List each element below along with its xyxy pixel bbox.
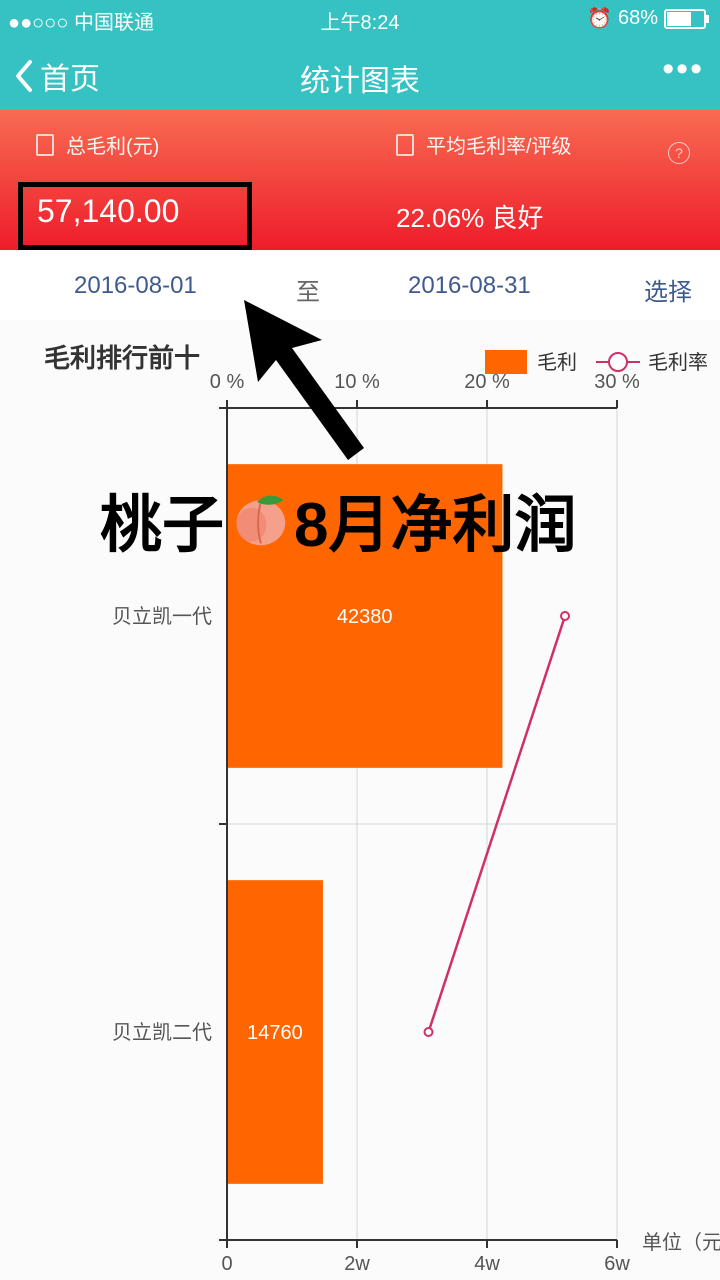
total-profit-label: 总毛利(元) bbox=[66, 136, 160, 158]
start-date[interactable]: 2016-08-01 bbox=[74, 272, 197, 300]
overlay-text-left: 桃子 bbox=[100, 491, 225, 560]
status-bar: ●●○○○ 中国联通 上午8:24 ⏰ 68% bbox=[0, 0, 720, 40]
total-profit-value: 57,140.00 bbox=[37, 193, 180, 229]
nav-bar: 首页 统计图表 ••• bbox=[0, 40, 720, 110]
category-label: 贝立凯一代 bbox=[112, 605, 212, 628]
x-tick-label: 0 bbox=[221, 1253, 232, 1275]
x-tick-label: 4w bbox=[474, 1253, 500, 1275]
unit-label: 单位（元 bbox=[642, 1232, 720, 1254]
alarm-icon: ⏰ bbox=[587, 8, 612, 30]
total-profit-label-group: 总毛利(元) bbox=[36, 130, 159, 159]
overlay-caption: 桃子 8月净利润 bbox=[100, 474, 577, 564]
battery-percent: 68% bbox=[617, 7, 658, 29]
margin-rate-point bbox=[423, 1027, 434, 1037]
x-tick-label: 6w bbox=[604, 1253, 630, 1275]
end-date[interactable]: 2016-08-31 bbox=[408, 272, 531, 300]
top-x-tick-label: 30 % bbox=[594, 371, 640, 393]
bar-value-label: 42380 bbox=[337, 606, 393, 628]
legend-line-marker bbox=[608, 352, 628, 372]
select-button[interactable]: 选择 bbox=[644, 272, 692, 307]
help-icon[interactable]: ? bbox=[668, 142, 690, 164]
avg-margin-label: 平均毛利率/评级 bbox=[426, 136, 572, 158]
page-title: 统计图表 bbox=[300, 65, 420, 98]
more-menu-button[interactable]: ••• bbox=[662, 50, 704, 89]
margin-rate-point bbox=[560, 611, 570, 621]
legend-bar-label: 毛利 bbox=[537, 351, 577, 374]
peach-emoji-icon bbox=[236, 495, 286, 546]
calculator-icon bbox=[36, 133, 54, 156]
legend-line-label: 毛利率 bbox=[648, 351, 708, 374]
total-profit-value-box: 57,140.00 bbox=[18, 182, 252, 250]
profit-summary: 总毛利(元) 平均毛利率/评级 ? 57,140.00 22.06% 良好 bbox=[0, 110, 720, 250]
arrow-annotation bbox=[244, 300, 364, 460]
avg-margin-label-group: 平均毛利率/评级 bbox=[396, 130, 572, 159]
overlay-text-right: 8月净利润 bbox=[294, 491, 577, 560]
avg-margin-value: 22.06% 良好 bbox=[396, 203, 544, 233]
category-label: 贝立凯二代 bbox=[112, 1021, 212, 1044]
battery-status: ⏰ 68% bbox=[587, 6, 709, 31]
top-x-tick-label: 20 % bbox=[464, 371, 510, 393]
bar-value-label: 14760 bbox=[247, 1022, 303, 1044]
battery-icon bbox=[664, 8, 709, 29]
calculator-icon bbox=[396, 133, 414, 156]
x-tick-label: 2w bbox=[344, 1253, 370, 1275]
